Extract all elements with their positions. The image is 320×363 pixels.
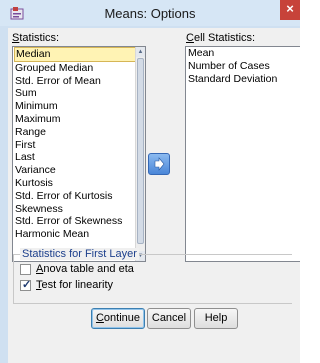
help-button[interactable]: Help: [194, 308, 238, 329]
dialog-body: Statistics: Median Grouped Median Std. Err…: [8, 28, 300, 363]
statistics-list-item[interactable]: Last: [13, 151, 145, 164]
cancel-button[interactable]: Cancel: [147, 308, 191, 329]
linearity-checkbox[interactable]: ✓: [20, 279, 32, 291]
statistics-list-item[interactable]: Median: [14, 47, 144, 62]
move-to-cell-statistics-button[interactable]: [148, 153, 170, 175]
statistics-list-item[interactable]: Std. Error of Kurtosis: [13, 190, 145, 203]
statistics-list-item[interactable]: Minimum: [13, 100, 145, 113]
cell-statistics-list-item[interactable]: Standard Deviation: [186, 73, 300, 86]
statistics-list-item[interactable]: Sum: [13, 87, 145, 100]
scroll-thumb[interactable]: [137, 58, 144, 244]
statistics-label: Statistics:: [12, 32, 60, 44]
statistics-list-item[interactable]: Skewness: [13, 203, 145, 216]
statistics-list-item[interactable]: Std. Error of Mean: [13, 75, 145, 88]
statistics-list-item[interactable]: First: [13, 139, 145, 152]
cell-statistics-list-item[interactable]: Mean: [186, 47, 300, 60]
statistics-list-item[interactable]: Kurtosis: [13, 177, 145, 190]
checkmark-icon: ✓: [22, 279, 32, 291]
right-arrow-icon: [154, 157, 165, 171]
continue-button[interactable]: Continue: [91, 308, 145, 329]
linearity-label[interactable]: Test for linearity: [36, 279, 113, 291]
statistics-list-item[interactable]: Grouped Median: [13, 62, 145, 75]
statistics-list-item[interactable]: Variance: [13, 164, 145, 177]
first-layer-group-title: Statistics for First Layer: [20, 248, 139, 260]
statistics-list-item[interactable]: Std. Error of Skewness: [13, 215, 145, 228]
scroll-up-button[interactable]: ▲: [136, 47, 145, 57]
statistics-items: Median Grouped Median Std. Error of Mean Su…: [13, 47, 145, 241]
close-icon: ×: [286, 1, 294, 16]
title-bar[interactable]: Means: Options ×: [0, 0, 300, 26]
means-options-dialog: Means: Options × Statistics: Median Group…: [0, 0, 300, 363]
cell-statistics-label: Cell Statistics:: [186, 32, 256, 44]
window-title: Means: Options: [104, 6, 196, 21]
statistics-list-item[interactable]: Maximum: [13, 113, 145, 126]
statistics-listbox[interactable]: Median Grouped Median Std. Error of Mean Su…: [12, 46, 146, 262]
cell-statistics-list-item[interactable]: Number of Cases: [186, 60, 300, 73]
statistics-scrollbar[interactable]: ▲ ▼: [135, 47, 145, 261]
anova-label[interactable]: Anova table and eta: [36, 263, 134, 275]
statistics-list-item[interactable]: Harmonic Mean: [13, 228, 145, 241]
cell-statistics-items: Mean Number of Cases Standard Deviation: [186, 47, 300, 85]
statistics-list-item[interactable]: Range: [13, 126, 145, 139]
close-button[interactable]: ×: [280, 0, 300, 20]
cell-statistics-listbox[interactable]: Mean Number of Cases Standard Deviation: [185, 46, 300, 262]
anova-checkbox[interactable]: [20, 264, 31, 275]
